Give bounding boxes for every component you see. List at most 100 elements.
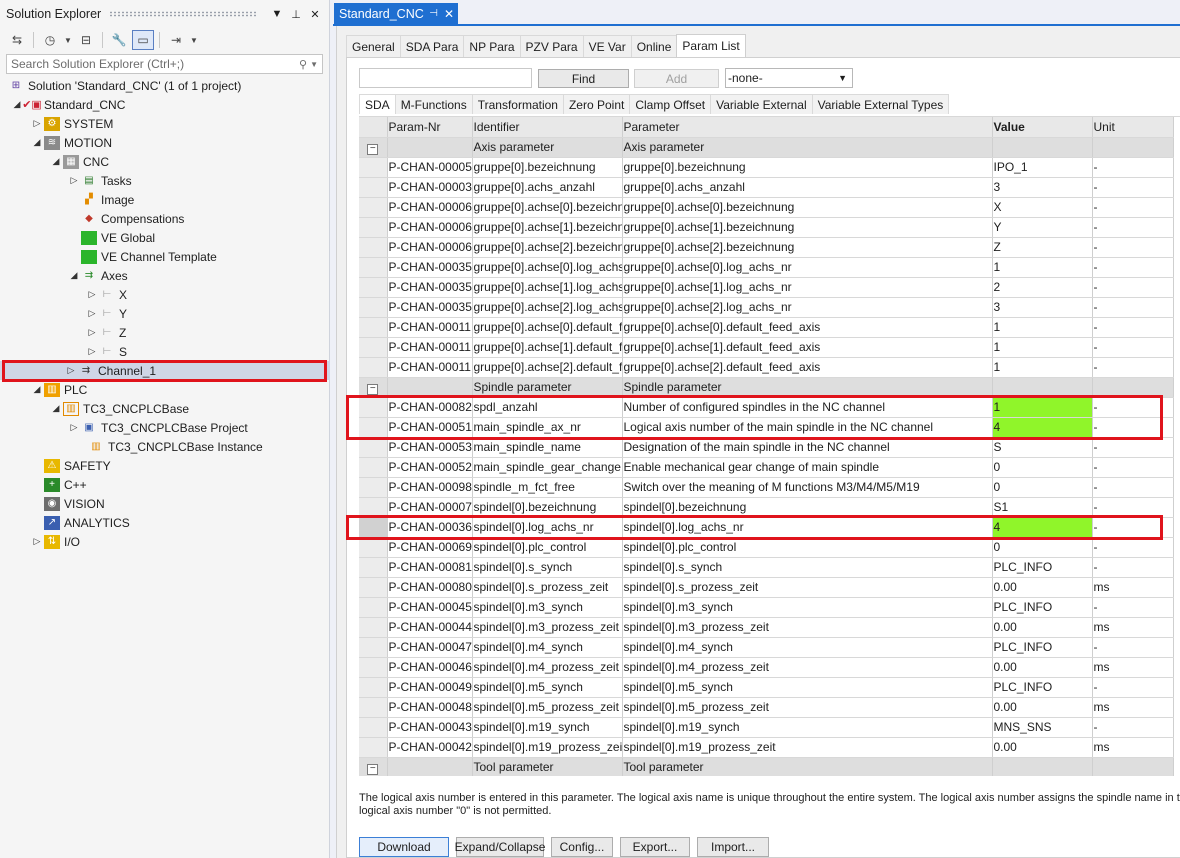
row-header[interactable] (359, 157, 388, 178)
row-header[interactable] (359, 697, 388, 718)
tree-item-axis-z[interactable]: ▷ ⊢ Z (0, 323, 330, 342)
cell-parameter[interactable]: Number of configured spindles in the NC … (622, 397, 993, 418)
cell-parameter[interactable]: Axis parameter (622, 137, 993, 158)
cell-unit[interactable] (1092, 137, 1174, 158)
cell-parameter[interactable]: Spindle parameter (622, 377, 993, 398)
table-row[interactable]: P-CHAN-00035gruppe[0].achse[1].log_achs_… (359, 277, 1174, 298)
cell-param-nr[interactable]: P-CHAN-00080 (387, 577, 473, 598)
config-button[interactable]: Config... (551, 837, 613, 857)
cell-param-nr[interactable]: P-CHAN-00049 (387, 677, 473, 698)
tree-item-analytics[interactable]: ↗ ANALYTICS (0, 513, 330, 532)
cell-identifier[interactable]: gruppe[0].achse[1].bezeichnung (472, 217, 623, 238)
tree-item-axis-y[interactable]: ▷ ⊢ Y (0, 304, 330, 323)
cell-param-nr[interactable]: P-CHAN-00081 (387, 557, 473, 578)
drag-grip[interactable] (109, 11, 258, 17)
cell-param-nr[interactable]: P-CHAN-00035 (387, 277, 473, 298)
row-header[interactable] (359, 417, 388, 438)
cell-parameter[interactable]: spindel[0].m4_prozess_zeit (622, 657, 993, 678)
chevron-down-icon[interactable]: ▼ (310, 60, 318, 69)
row-header[interactable] (359, 537, 388, 558)
cell-value[interactable]: 0 (992, 537, 1093, 558)
row-header[interactable] (359, 497, 388, 518)
row-header[interactable] (359, 317, 388, 338)
table-row[interactable]: P-CHAN-00098 spindle_m_fct_free Switch ove… (359, 477, 1174, 498)
cell-parameter[interactable]: spindel[0].m3_prozess_zeit (622, 617, 993, 638)
cell-value[interactable]: 0.00 (992, 697, 1093, 718)
column-header[interactable]: Value (992, 117, 1093, 138)
cell-param-nr[interactable]: P-CHAN-00053 (387, 437, 473, 458)
pin-icon[interactable]: ⊣ (429, 8, 438, 19)
tree-item-safety[interactable]: ⚠ SAFETY (0, 456, 330, 475)
table-row[interactable]: P-CHAN-00051 main_spindle_ax_nr Logical ax… (359, 417, 1174, 438)
cell-value[interactable]: S (992, 437, 1093, 458)
collapsed-arrow-icon[interactable]: ▷ (30, 118, 44, 129)
collapse-all-icon[interactable]: ⊟ (75, 30, 97, 50)
tree-item-axis-x[interactable]: ▷ ⊢ X (0, 285, 330, 304)
column-header[interactable]: Parameter (622, 117, 993, 138)
cell-param-nr[interactable]: P-CHAN-00042 (387, 737, 473, 758)
subtab-variable-external[interactable]: Variable External (710, 94, 813, 114)
cell-identifier[interactable]: spindel[0].m5_synch (472, 677, 623, 698)
row-header[interactable] (359, 637, 388, 658)
table-row[interactable]: P-CHAN-00044 spindel[0].m3_prozess_zeit sp… (359, 617, 1174, 638)
cell-unit[interactable]: - (1092, 357, 1174, 378)
cell-param-nr[interactable] (387, 377, 473, 398)
cell-parameter[interactable]: Enable mechanical gear change of main sp… (622, 457, 993, 478)
subtab-transformation[interactable]: Transformation (471, 94, 564, 114)
cell-identifier[interactable]: gruppe[0].achse[2].default_feed_axis (472, 357, 623, 378)
row-header[interactable] (359, 337, 388, 358)
cell-value[interactable]: PLC_INFO (992, 597, 1093, 618)
tree-item-io[interactable]: ▷ ⇅ I/O (0, 532, 330, 551)
table-row[interactable]: P-CHAN-00005 gruppe[0].bezeichnung gruppe[… (359, 157, 1174, 178)
cell-parameter[interactable]: spindel[0].bezeichnung (622, 497, 993, 518)
cell-value[interactable]: 3 (992, 297, 1093, 318)
close-icon[interactable]: ✕ (444, 7, 454, 21)
row-header[interactable] (359, 577, 388, 598)
cell-identifier[interactable]: spindel[0].m19_prozess_zeit (472, 737, 623, 758)
table-row[interactable]: P-CHAN-00047 spindel[0].m4_synch spindel[0… (359, 637, 1174, 658)
tab-ve-var[interactable]: VE Var (582, 35, 632, 57)
row-header[interactable] (359, 597, 388, 618)
cell-unit[interactable]: - (1092, 497, 1174, 518)
cell-parameter[interactable]: spindel[0].m4_synch (622, 637, 993, 658)
row-header[interactable] (359, 357, 388, 378)
table-row[interactable]: P-CHAN-00080 spindel[0].s_prozess_zeit spi… (359, 577, 1174, 598)
tab-param-list[interactable]: Param List (676, 34, 746, 57)
cell-identifier[interactable]: gruppe[0].achse[0].bezeichnung (472, 197, 623, 218)
table-row[interactable]: P-CHAN-00035gruppe[0].achse[2].log_achs_… (359, 297, 1174, 318)
cell-param-nr[interactable]: P-CHAN-00006 (387, 237, 473, 258)
import-button[interactable]: Import... (697, 837, 769, 857)
cell-unit[interactable]: - (1092, 477, 1174, 498)
table-row[interactable]: P-CHAN-00048 spindel[0].m5_prozess_zeit sp… (359, 697, 1174, 718)
cell-parameter[interactable]: Switch over the meaning of M functions M… (622, 477, 993, 498)
cell-param-nr[interactable] (387, 137, 473, 158)
row-header[interactable] (359, 617, 388, 638)
cell-parameter[interactable]: spindel[0].plc_control (622, 537, 993, 558)
collapsed-arrow-icon[interactable]: ▷ (85, 346, 99, 357)
cell-identifier[interactable]: gruppe[0].achse[2].log_achs_nr (472, 297, 623, 318)
tab-online[interactable]: Online (630, 35, 678, 57)
column-header[interactable]: Identifier (472, 117, 623, 138)
cell-parameter[interactable]: gruppe[0].achse[2].default_feed_axis (622, 357, 993, 378)
cell-identifier[interactable]: gruppe[0].achse[0].default_feed_axis (472, 317, 623, 338)
cell-param-nr[interactable]: P-CHAN-00035 (387, 297, 473, 318)
cell-unit[interactable]: ms (1092, 577, 1174, 598)
cell-unit[interactable]: - (1092, 257, 1174, 278)
cell-identifier[interactable]: spindel[0].m4_synch (472, 637, 623, 658)
tree-item-ve-channel-template[interactable]: VE Channel Template (0, 247, 330, 266)
cell-parameter[interactable]: gruppe[0].achse[0].log_achs_nr (622, 257, 993, 278)
cell-param-nr[interactable]: P-CHAN-00011 (387, 357, 473, 378)
table-row[interactable]: P-CHAN-00049 spindel[0].m5_synch spindel[0… (359, 677, 1174, 698)
tree-item-system[interactable]: ▷ ⚙ SYSTEM (0, 114, 330, 133)
cell-unit[interactable]: - (1092, 237, 1174, 258)
cell-param-nr[interactable]: P-CHAN-00035 (387, 257, 473, 278)
cell-value[interactable]: 1 (992, 397, 1093, 418)
table-row[interactable]: P-CHAN-00006gruppe[0].achse[1].bezeichnu… (359, 217, 1174, 238)
cell-parameter[interactable]: spindel[0].m3_synch (622, 597, 993, 618)
preview-selected-icon[interactable]: ▭ (132, 30, 154, 50)
tree-item-axis-s[interactable]: ▷ ⊢ S (0, 342, 330, 361)
tree-item-axes[interactable]: ◢ ⇉ Axes (0, 266, 330, 285)
cell-parameter[interactable]: gruppe[0].achse[0].bezeichnung (622, 197, 993, 218)
cell-unit[interactable]: - (1092, 317, 1174, 338)
cell-parameter[interactable]: spindel[0].s_synch (622, 557, 993, 578)
